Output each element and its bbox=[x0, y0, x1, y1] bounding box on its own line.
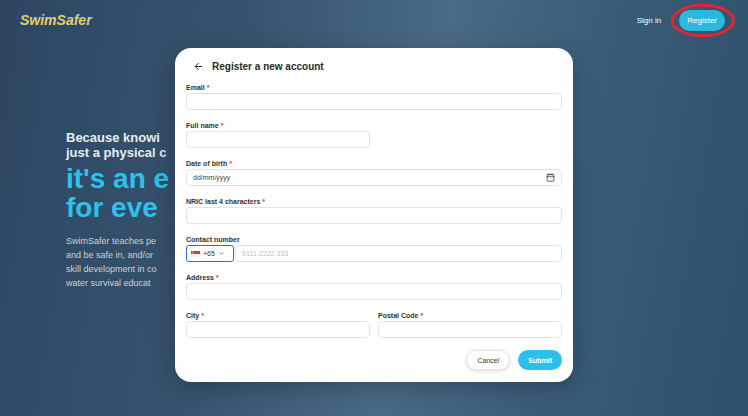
field-label: Contact number bbox=[186, 235, 562, 245]
field-label: NRIC last 4 characters* bbox=[186, 197, 562, 207]
form-field: Email* bbox=[186, 83, 562, 110]
form-row: Contact number +65 bbox=[186, 235, 562, 262]
singapore-flag-icon bbox=[191, 251, 200, 257]
arrow-left-icon[interactable] bbox=[193, 61, 204, 72]
hero: Because knowijust a physical c it's an ef… bbox=[0, 130, 172, 290]
required-mark: * bbox=[229, 160, 232, 167]
phone-field: +65 bbox=[186, 245, 562, 262]
form-row: Full name* bbox=[186, 121, 562, 148]
form-row: Email* bbox=[186, 83, 562, 110]
form-row: Date of birth* dd/mm/yyyy bbox=[186, 159, 562, 186]
field-label: City* bbox=[186, 311, 370, 321]
hero-accent: it's an efor eve bbox=[66, 164, 172, 222]
form-field: Address* bbox=[186, 273, 562, 300]
form-field: City* bbox=[186, 311, 370, 338]
hero-body-line: skill development in co bbox=[66, 262, 172, 276]
register-dialog: Register a new account Email* Full name* Da… bbox=[175, 48, 573, 382]
register-form: Email* Full name* Date of birth* dd/mm/yyyy… bbox=[186, 83, 562, 338]
required-mark: * bbox=[420, 312, 423, 319]
text-input[interactable] bbox=[378, 321, 562, 338]
required-mark: * bbox=[221, 122, 224, 129]
nav: Sign in Register bbox=[637, 10, 725, 31]
hero-body-line: and be safe in, and/or bbox=[66, 248, 172, 262]
hero-body-line: water survival educat bbox=[66, 276, 172, 290]
field-label: Email* bbox=[186, 83, 562, 93]
form-field: Date of birth* dd/mm/yyyy bbox=[186, 159, 562, 186]
form-row: Address* bbox=[186, 273, 562, 300]
form-field: Contact number +65 bbox=[186, 235, 562, 262]
text-input[interactable] bbox=[186, 131, 370, 148]
text-input[interactable] bbox=[186, 283, 562, 300]
hero-photo: SwimSafer Sign in Register Because knowijus… bbox=[0, 0, 748, 416]
dialog-title: Register a new account bbox=[212, 61, 324, 72]
form-field: NRIC last 4 characters* bbox=[186, 197, 562, 224]
required-mark: * bbox=[201, 312, 204, 319]
form-field: Full name* bbox=[186, 121, 370, 148]
register-button[interactable]: Register bbox=[679, 10, 725, 31]
hero-headline: just a physical c bbox=[66, 145, 172, 160]
form-field: Postal Code* bbox=[378, 311, 562, 338]
required-mark: * bbox=[207, 84, 210, 91]
form-row: NRIC last 4 characters* bbox=[186, 197, 562, 224]
dialog-header: Register a new account bbox=[186, 57, 562, 75]
sign-in-link[interactable]: Sign in bbox=[637, 10, 661, 31]
submit-button[interactable]: Submit bbox=[518, 350, 562, 370]
hero-accent-line: for eve bbox=[66, 193, 172, 222]
date-input[interactable]: dd/mm/yyyy bbox=[186, 169, 562, 186]
field-label: Postal Code* bbox=[378, 311, 562, 321]
chevron-down-icon bbox=[218, 250, 225, 257]
annotation-circle-icon bbox=[671, 4, 735, 37]
country-code: +65 bbox=[203, 250, 215, 257]
calendar-icon[interactable] bbox=[546, 173, 555, 182]
text-input[interactable] bbox=[186, 207, 562, 224]
date-placeholder: dd/mm/yyyy bbox=[193, 174, 230, 181]
top-bar: SwimSafer Sign in Register bbox=[0, 0, 748, 34]
hero-body: SwimSafer teaches peand be safe in, and/… bbox=[66, 234, 172, 290]
hero-headline: Because knowi bbox=[66, 130, 172, 145]
cancel-button[interactable]: Cancel bbox=[466, 350, 510, 370]
country-select[interactable]: +65 bbox=[186, 245, 234, 262]
hero-body-line: SwimSafer teaches pe bbox=[66, 234, 172, 248]
form-row: City* Postal Code* bbox=[186, 311, 562, 338]
field-label: Full name* bbox=[186, 121, 370, 131]
hero-accent-line: it's an e bbox=[66, 164, 172, 193]
field-label: Date of birth* bbox=[186, 159, 562, 169]
logo[interactable]: SwimSafer bbox=[18, 10, 94, 30]
back-button[interactable] bbox=[193, 61, 204, 72]
field-label: Address* bbox=[186, 273, 562, 283]
text-input[interactable] bbox=[186, 321, 370, 338]
required-mark: * bbox=[262, 198, 265, 205]
required-mark: * bbox=[216, 274, 219, 281]
dialog-actions: Cancel Submit bbox=[186, 350, 562, 370]
text-input[interactable] bbox=[186, 93, 562, 110]
phone-input[interactable] bbox=[235, 245, 562, 262]
